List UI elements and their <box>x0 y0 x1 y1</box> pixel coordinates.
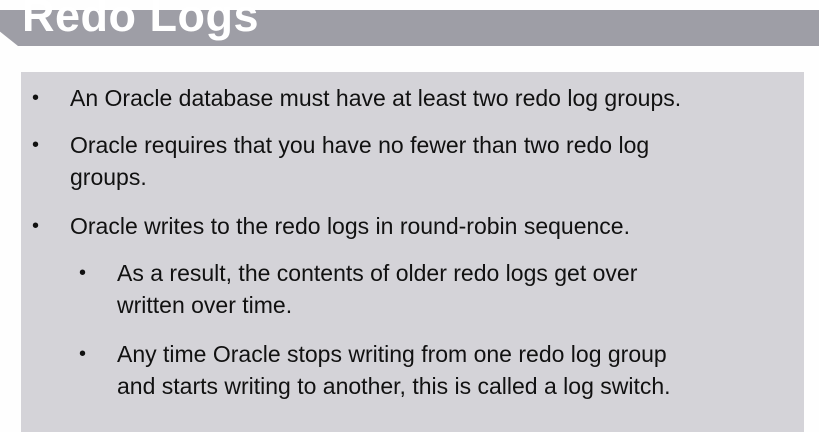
bullet-marker: • <box>32 87 40 109</box>
bullet-text: groups. <box>70 164 147 190</box>
slide-title: Redo Logs <box>22 0 259 41</box>
sub-bullet-text: As a result, the contents of older redo … <box>117 260 638 286</box>
sub-bullet-marker: • <box>79 343 87 365</box>
sub-bullet-marker: • <box>79 262 87 284</box>
sub-bullet-text: written over time. <box>117 292 293 318</box>
bullet-text: An Oracle database must have at least tw… <box>70 85 682 111</box>
sub-bullet-text: Any time Oracle stops writing from one r… <box>117 341 667 367</box>
sub-bullet-text: and starts writing to another, this is c… <box>117 373 671 399</box>
bullet-text: Oracle requires that you have no fewer t… <box>70 132 650 158</box>
bullet-marker: • <box>32 134 40 156</box>
bullet-marker: • <box>32 215 40 237</box>
bullet-text: Oracle writes to the redo logs in round-… <box>70 213 630 239</box>
